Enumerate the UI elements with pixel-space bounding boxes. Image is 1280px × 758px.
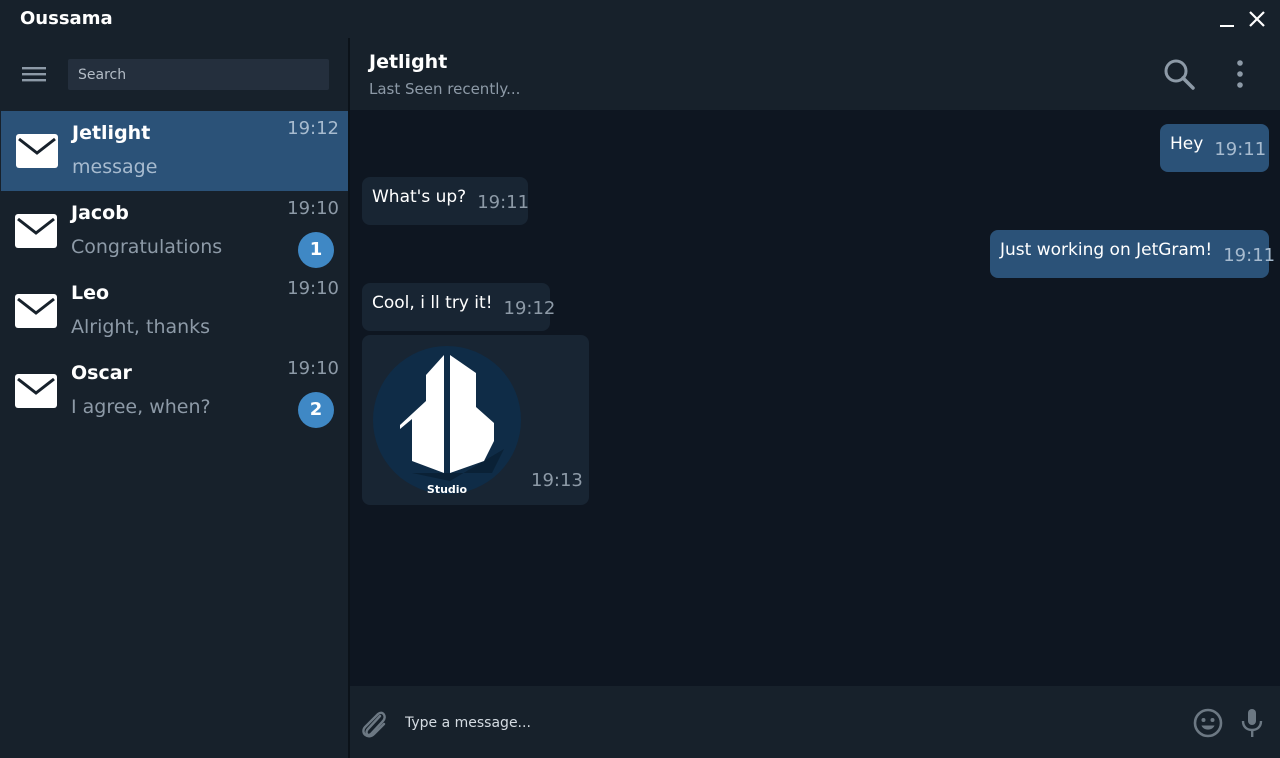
chat-list: Jetlight message 19:12 Jacob Congratulat… <box>0 111 348 431</box>
chat-preview: Alright, thanks <box>71 316 211 338</box>
chat-avatar <box>14 293 58 329</box>
close-icon <box>1249 11 1265 27</box>
chat-search-button[interactable] <box>1161 56 1197 92</box>
chat-name: Jetlight <box>72 122 151 144</box>
emoji-button[interactable] <box>1192 707 1224 739</box>
chat-header: Jetlight Last Seen recently... <box>350 38 1280 110</box>
more-vertical-icon <box>1237 60 1243 88</box>
chat-avatar <box>15 133 59 169</box>
message-time: 19:12 <box>503 297 556 319</box>
sidebar: Jetlight message 19:12 Jacob Congratulat… <box>0 38 348 758</box>
envelope-icon <box>15 294 57 328</box>
chat-preview: message <box>72 156 158 178</box>
peer-status: Last Seen recently... <box>369 80 521 98</box>
voice-record-button[interactable] <box>1240 707 1264 739</box>
message-bubble-incoming[interactable]: What's up? 19:11 <box>362 177 530 225</box>
close-button[interactable] <box>1244 6 1270 32</box>
message-time: 19:11 <box>1214 138 1267 160</box>
chat-item-leo[interactable]: Leo Alright, thanks 19:10 <box>0 271 348 351</box>
unread-badge: 2 <box>298 392 334 428</box>
logo-caption: Studio <box>426 483 468 496</box>
message-text: Cool, i ll try it! <box>372 293 493 313</box>
chat-avatar <box>14 373 58 409</box>
chat-item-oscar[interactable]: Oscar I agree, when? 19:10 2 <box>0 351 348 431</box>
title-bar: Oussama <box>0 0 1280 38</box>
message-text: What's up? <box>372 187 467 207</box>
envelope-icon <box>16 134 58 168</box>
microphone-icon <box>1241 709 1263 737</box>
chat-preview: I agree, when? <box>71 396 211 418</box>
chat-name: Jacob <box>71 202 129 224</box>
paperclip-icon <box>362 711 386 738</box>
smiley-icon <box>1193 708 1223 738</box>
hamburger-menu-icon <box>22 67 46 82</box>
chat-item-jacob[interactable]: Jacob Congratulations 19:10 1 <box>0 191 348 271</box>
envelope-icon <box>15 214 57 248</box>
attach-button[interactable] <box>358 706 388 740</box>
message-bubble-outgoing[interactable]: Hey 19:11 <box>1160 124 1269 172</box>
chat-name: Oscar <box>71 362 132 384</box>
message-time: 19:13 <box>531 470 583 491</box>
search-icon <box>1164 59 1195 90</box>
chat-time: 19:10 <box>287 278 339 299</box>
chat-time: 19:10 <box>287 198 339 219</box>
studio-logo-image[interactable]: Studio <box>372 345 522 496</box>
minimize-button[interactable] <box>1214 6 1240 32</box>
chat-name: Leo <box>71 282 110 304</box>
unread-badge: 1 <box>298 232 334 268</box>
search-input[interactable] <box>68 59 329 90</box>
chat-preview: Congratulations <box>71 236 223 258</box>
studio-logo <box>373 346 521 494</box>
window-title: Oussama <box>20 8 113 29</box>
chat-item-jetlight[interactable]: Jetlight message 19:12 <box>1 111 348 191</box>
message-bubble-incoming[interactable]: Cool, i ll try it! 19:12 <box>362 283 555 331</box>
message-text: Just working on JetGram! <box>1000 240 1213 260</box>
message-composer <box>350 686 1280 758</box>
peer-name: Jetlight <box>369 51 448 73</box>
message-input[interactable] <box>405 708 1185 738</box>
message-text: Hey <box>1170 134 1204 154</box>
chat-time: 19:10 <box>287 358 339 379</box>
chat-avatar <box>14 213 58 249</box>
menu-button[interactable] <box>20 62 48 86</box>
image-message[interactable]: Studio 19:13 <box>362 335 589 505</box>
chat-time: 19:12 <box>287 118 339 139</box>
envelope-icon <box>15 374 57 408</box>
minimize-icon <box>1220 25 1234 27</box>
more-options-button[interactable] <box>1228 58 1252 90</box>
message-bubble-outgoing[interactable]: Just working on JetGram! 19:11 <box>990 230 1275 278</box>
message-time: 19:11 <box>1223 244 1276 266</box>
message-time: 19:11 <box>477 191 530 213</box>
message-area: Hey 19:11 What's up? 19:11 Just working … <box>350 110 1280 686</box>
